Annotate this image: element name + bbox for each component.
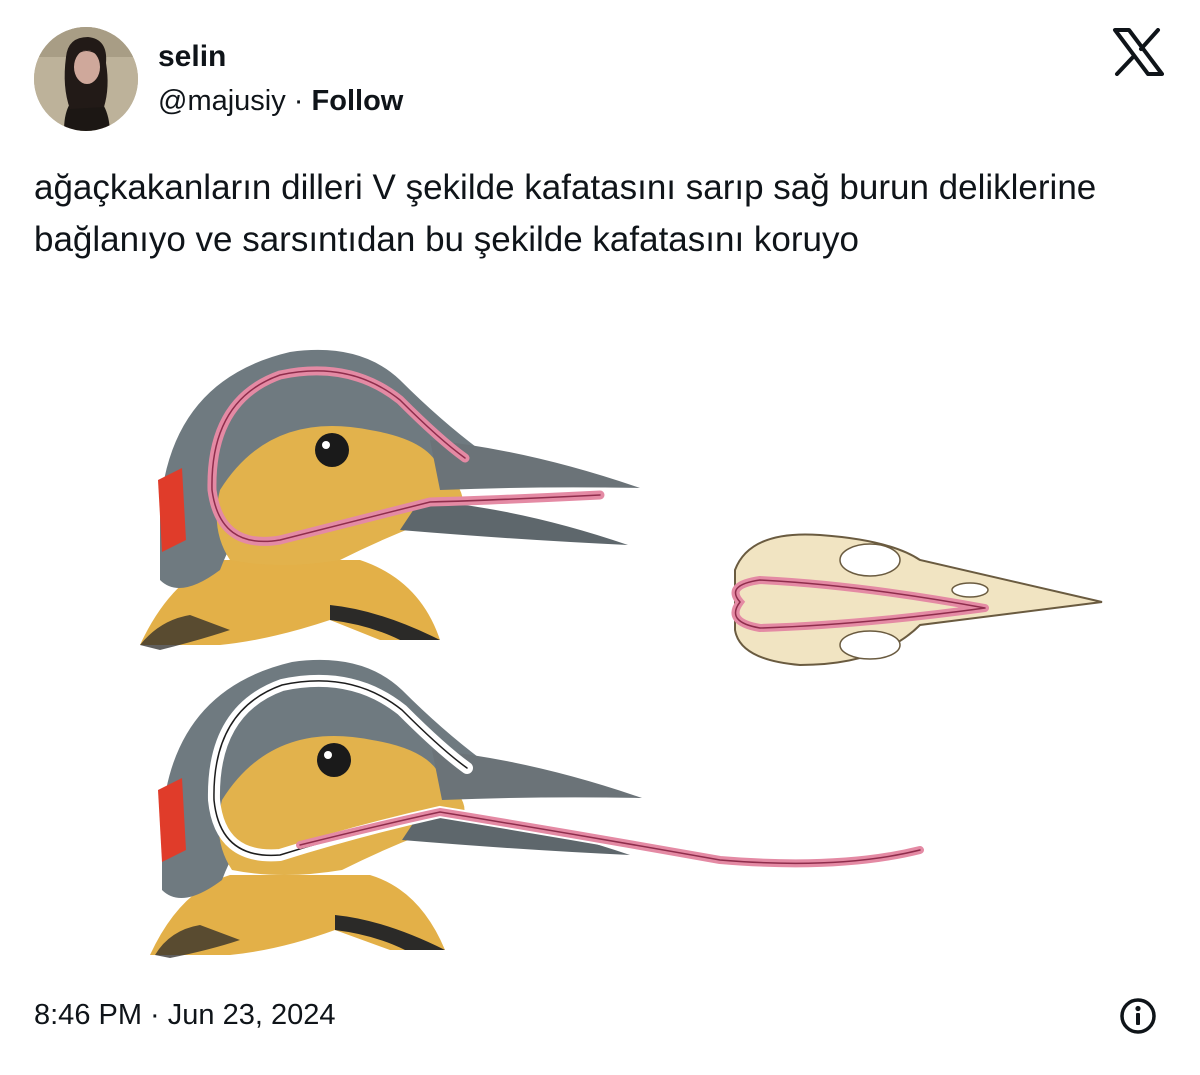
woodpecker-head-bottom — [150, 659, 926, 958]
tweet-image[interactable] — [100, 340, 1120, 970]
avatar-photo — [34, 27, 138, 131]
display-name[interactable]: selin — [158, 40, 226, 74]
follow-button[interactable]: Follow — [312, 85, 404, 117]
tweet-timestamp[interactable]: 8:46 PM · Jun 23, 2024 — [34, 998, 335, 1032]
info-icon[interactable] — [1118, 996, 1158, 1036]
x-logo-icon[interactable] — [1112, 28, 1164, 76]
tweet-text: ağaçkakanların dilleri V şekilde kafatas… — [34, 168, 1097, 259]
woodpecker-head-top — [140, 349, 640, 650]
avatar[interactable] — [34, 27, 138, 131]
user-handle[interactable]: @majusiy — [158, 85, 286, 117]
handle-line: @majusiy · Follow — [158, 84, 403, 118]
separator: · — [285, 85, 312, 117]
woodpecker-illustration — [140, 349, 1103, 958]
woodpecker-skull — [731, 533, 1103, 667]
